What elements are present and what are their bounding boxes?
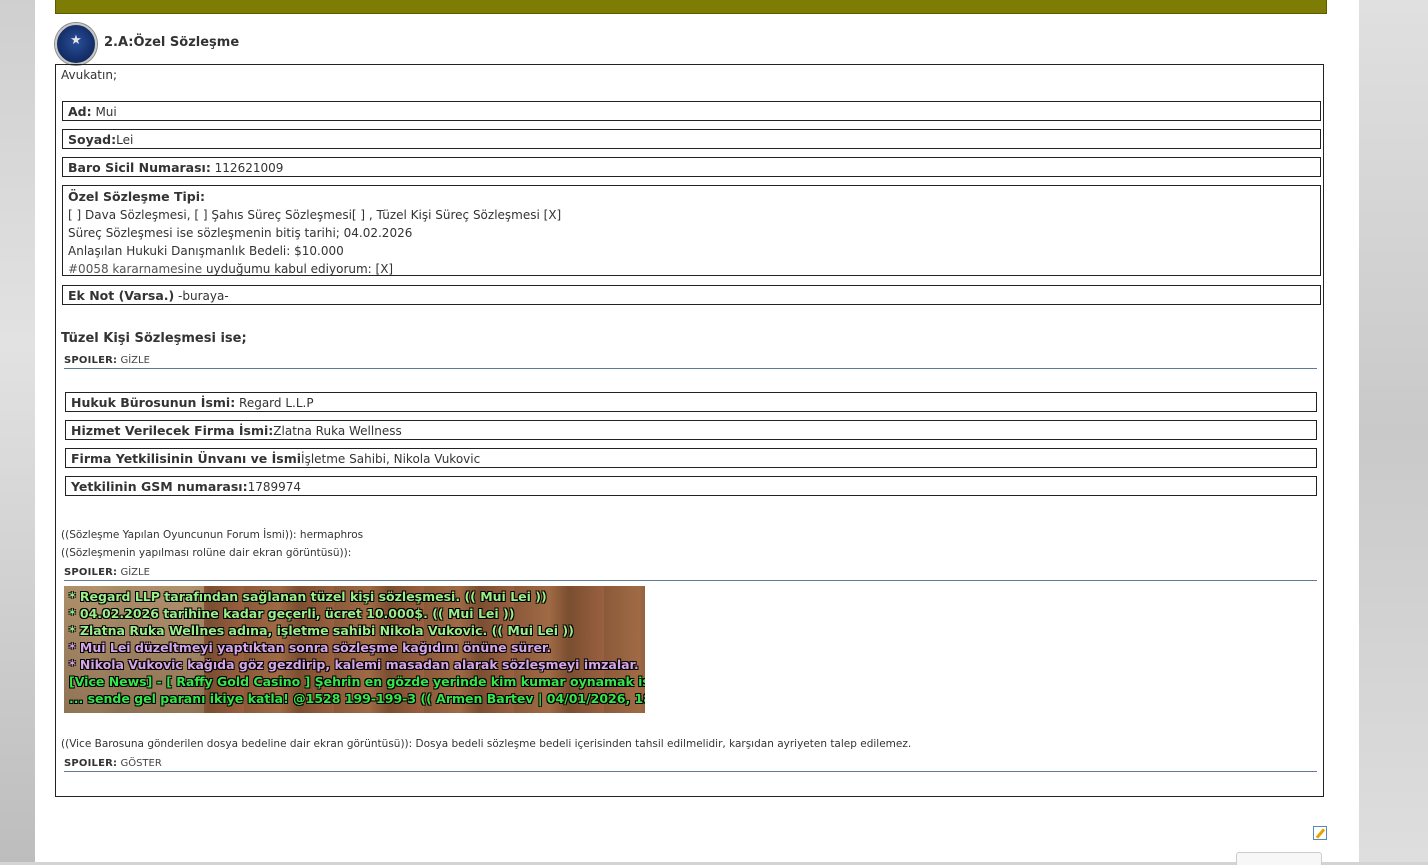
chat-line: * Mui Lei düzeltmeyi yaptıktan sonra söz… <box>69 640 552 655</box>
spoiler-header[interactable]: SPOILER: GİZLE <box>64 567 1317 581</box>
field-ek-not: Ek Not (Varsa.) -buraya- <box>62 285 1321 305</box>
ooc-fee-note: ((Vice Barosuna gönderilen dosya bedelin… <box>61 738 912 750</box>
field-soyad: Soyad:Lei <box>62 129 1321 149</box>
field-baro-sicil: Baro Sicil Numarası: 112621009 <box>62 157 1321 177</box>
reply-button[interactable] <box>1236 852 1322 865</box>
spoiler-header[interactable]: SPOILER: GÖSTER <box>64 758 1317 772</box>
field-label: Ad: <box>68 104 92 119</box>
chat-line: ... sende gel paranı ikiye katla! @1528 … <box>69 691 645 706</box>
field-label: Ek Not (Varsa.) <box>68 288 175 303</box>
chat-line: * Nikola Vukovic kağıda göz gezdirip, ka… <box>69 657 639 672</box>
spoiler-toggle[interactable]: GİZLE <box>120 355 149 366</box>
field-value: 112621009 <box>210 161 284 175</box>
spoiler-header[interactable]: SPOILER: GİZLE <box>64 355 1317 369</box>
contract-type-line: [ ] Dava Sözleşmesi, [ ] Şahıs Süreç Söz… <box>68 208 562 222</box>
spoiler-label: SPOILER: <box>64 355 118 366</box>
section-title: Tüzel Kişi Sözleşmesi ise; <box>61 331 247 346</box>
field-value: Zlatna Ruka Wellness <box>273 424 402 438</box>
field-label: Firma Yetkilisinin Ünvanı ve İsmi <box>71 451 302 466</box>
spoiler-toggle[interactable]: GÖSTER <box>120 758 161 769</box>
field-firma-ismi: Hizmet Verilecek Firma İsmi:Zlatna Ruka … <box>65 420 1317 440</box>
intro-text: Avukatın; <box>61 68 117 82</box>
field-value: -buraya- <box>174 289 229 303</box>
forum-post: ★ 2.A:Özel Sözleşme Avukatın; Ad: Mui So… <box>35 0 1359 865</box>
spoiler-toggle[interactable]: GİZLE <box>120 567 149 578</box>
background-right <box>1359 0 1428 862</box>
chat-line: [Vice News] - [ Raffy Gold Casino ] Şehr… <box>69 674 645 689</box>
end-date-line: Süreç Sözleşmesi ise sözleşmenin bitiş t… <box>68 226 413 240</box>
badge-emblem-icon: ★ <box>70 33 82 48</box>
chat-line: * Regard LLP tarafından sağlanan tüzel k… <box>69 589 547 604</box>
post-header-bar <box>55 0 1327 14</box>
edit-post-icon[interactable] <box>1313 826 1327 840</box>
post-content: Avukatın; Ad: Mui Soyad:Lei Baro Sicil N… <box>55 64 1324 797</box>
field-gsm: Yetkilinin GSM numarası:1789974 <box>65 476 1317 496</box>
field-value: İşletme Sahibi, Nikola Vukovic <box>301 452 481 466</box>
field-label: Soyad: <box>68 132 117 147</box>
ooc-forum-name: ((Sözleşme Yapılan Oyuncunun Forum İsmi)… <box>61 529 364 541</box>
chat-line: * 04.02.2026 tarihine kadar geçerli, ücr… <box>69 606 515 621</box>
decree-link[interactable]: #0058 kararnamesine <box>68 262 202 276</box>
background-left <box>0 0 35 862</box>
field-value: Regard L.L.P <box>235 396 314 410</box>
ooc-screenshot-label: ((Sözleşmenin yapılması rolüne dair ekra… <box>61 547 352 559</box>
field-value: Mui <box>91 105 117 119</box>
field-hukuk-burosu: Hukuk Bürosunun İsmi: Regard L.L.P <box>65 392 1317 412</box>
spoiler-label: SPOILER: <box>64 758 118 769</box>
field-label: Hukuk Bürosunun İsmi: <box>71 395 236 410</box>
field-label: Yetkilinin GSM numarası: <box>71 479 248 494</box>
field-label: Hizmet Verilecek Firma İsmi: <box>71 423 274 438</box>
field-label: Baro Sicil Numarası: <box>68 160 211 175</box>
field-value: 1789974 <box>247 480 302 494</box>
spoiler-label: SPOILER: <box>64 567 118 578</box>
field-firma-yetkilisi: Firma Yetkilisinin Ünvanı ve İsmiİşletme… <box>65 448 1317 468</box>
roleplay-screenshot: * Regard LLP tarafından sağlanan tüzel k… <box>64 586 645 713</box>
chat-line: * Zlatna Ruka Wellnes adına, işletme sah… <box>69 623 574 638</box>
field-label: Özel Sözleşme Tipi: <box>68 189 205 204</box>
field-ad: Ad: Mui <box>62 101 1321 121</box>
field-sozlesme-tipi: Özel Sözleşme Tipi: [ ] Dava Sözleşmesi,… <box>62 185 1321 276</box>
decree-accept-text: uyduğumu kabul ediyorum: [X] <box>202 262 394 276</box>
avatar[interactable]: ★ <box>55 23 97 65</box>
post-title: 2.A:Özel Sözleşme <box>104 35 240 50</box>
fee-line: Anlaşılan Hukuki Danışmanlık Bedeli: $10… <box>68 244 344 258</box>
field-value: Lei <box>116 133 134 147</box>
